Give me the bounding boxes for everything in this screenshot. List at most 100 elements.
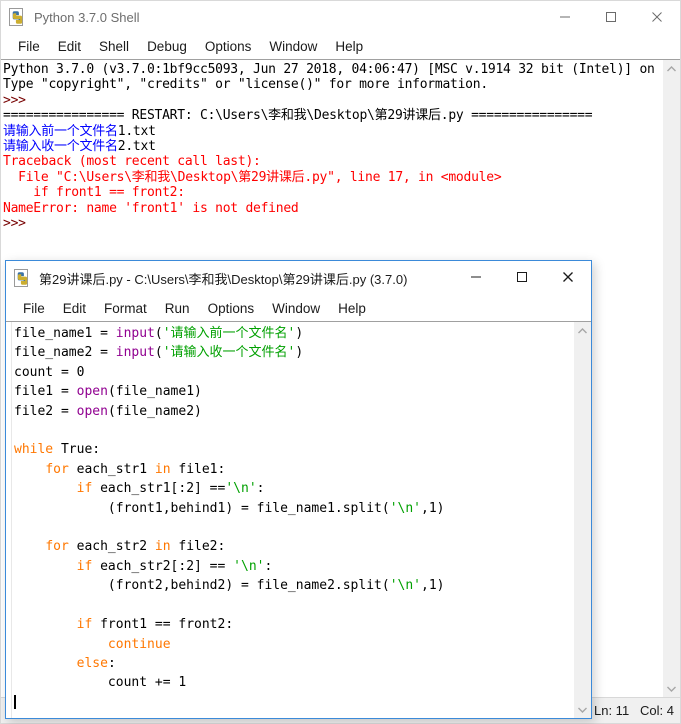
code-span: (file_name1): [107, 384, 202, 400]
code-span: file1:: [170, 461, 226, 477]
editor-menubar: File Edit Format Run Options Window Help: [6, 295, 591, 321]
code-span: file_name2 =: [14, 345, 116, 361]
editor-menu-help[interactable]: Help: [329, 299, 375, 318]
code-span: ): [295, 326, 304, 341]
code-span: 2.txt: [117, 139, 156, 155]
shell-menu-file[interactable]: File: [9, 37, 49, 56]
code-span: [14, 637, 108, 652]
code-span: file_name1 =: [14, 326, 116, 341]
shell-vertical-scrollbar[interactable]: [662, 60, 680, 697]
close-icon[interactable]: [545, 261, 591, 293]
code-span: Python 3.7.0 (v3.7.0:1bf9cc5093, Jun 27 …: [3, 62, 662, 77]
code-span: for: [45, 539, 69, 555]
code-span: '\n': [233, 558, 265, 574]
code-span: each_str2: [68, 539, 155, 555]
shell-title-text: Python 3.7.0 Shell: [34, 9, 140, 25]
python-idle-icon: [9, 8, 27, 26]
chevron-up-icon[interactable]: [574, 322, 591, 339]
code-span: ,1): [421, 578, 445, 594]
code-span: ================ RESTART: C:\Users\李和我\D…: [3, 108, 593, 124]
code-span: NameError: name 'front1' is not defined: [3, 200, 299, 216]
code-span: count = 0: [14, 364, 85, 380]
minimize-icon[interactable]: [542, 1, 588, 33]
shell-menu-options[interactable]: Options: [196, 37, 261, 56]
editor-title-text: 第29讲课后.py - C:\Users\李和我\Desktop\第29讲课后.…: [39, 271, 408, 287]
shell-menu-debug[interactable]: Debug: [138, 37, 196, 56]
code-span: if: [76, 558, 93, 574]
code-span: if: [76, 481, 93, 497]
editor-menu-run[interactable]: Run: [156, 299, 199, 318]
chevron-up-icon[interactable]: [663, 60, 680, 77]
code-span: [14, 539, 45, 554]
code-span: Type "copyright", "credits" or "license(…: [3, 77, 488, 93]
code-span: [14, 617, 77, 632]
code-span: File "C:\Users\李和我\Desktop\第29讲课后.py", l…: [3, 169, 502, 185]
code-span: '\n': [389, 500, 421, 516]
code-span: each_str1: [68, 461, 155, 477]
editor-titlebar[interactable]: 第29讲课后.py - C:\Users\李和我\Desktop\第29讲课后.…: [6, 261, 591, 295]
code-span: count += 1: [14, 675, 187, 691]
maximize-icon[interactable]: [499, 261, 545, 293]
editor-menu-file[interactable]: File: [14, 299, 54, 318]
code-span: ): [295, 345, 304, 361]
minimize-icon[interactable]: [453, 261, 499, 293]
code-span: :: [107, 655, 116, 671]
code-span: if: [76, 617, 93, 633]
editor-window-controls: [453, 261, 591, 293]
shell-menu-edit[interactable]: Edit: [49, 37, 90, 56]
shell-titlebar[interactable]: Python 3.7.0 Shell: [1, 1, 680, 33]
code-span: front1 == front2:: [92, 617, 234, 633]
code-span: (front2,behind2) = file_name2.split(: [14, 578, 390, 594]
editor-menu-options[interactable]: Options: [199, 299, 264, 318]
code-span: '请输入前一个文件名': [162, 326, 296, 341]
editor-menu-format[interactable]: Format: [95, 299, 156, 318]
chevron-down-icon[interactable]: [574, 701, 591, 718]
code-span: for: [45, 461, 69, 477]
maximize-icon[interactable]: [588, 1, 634, 33]
code-span: 1.txt: [117, 123, 156, 139]
code-span: >>>: [3, 92, 34, 108]
status-separator: [629, 703, 640, 718]
code-span: '\n': [389, 578, 421, 594]
code-span: open: [76, 384, 108, 400]
code-span: input: [115, 326, 155, 341]
editor-code-area[interactable]: file_name1 = input('请输入前一个文件名') file_nam…: [12, 322, 573, 718]
code-span: '\n': [225, 481, 257, 497]
python-idle-icon: [14, 269, 32, 287]
code-span: in: [154, 539, 171, 555]
code-span: [14, 656, 77, 671]
editor-text-region: file_name1 = input('请输入前一个文件名') file_nam…: [6, 321, 591, 718]
desktop-root: Python 3.7.0 Shell File Edit Shell Debug…: [0, 0, 681, 724]
shell-window-controls: [542, 1, 680, 33]
close-icon[interactable]: [634, 1, 680, 33]
code-span: [14, 481, 77, 496]
code-span: while: [14, 442, 54, 458]
shell-menu-window[interactable]: Window: [260, 37, 326, 56]
shell-menu-help[interactable]: Help: [326, 37, 372, 56]
code-span: in: [154, 461, 171, 477]
code-span: :: [256, 481, 265, 497]
editor-vertical-scrollbar[interactable]: [573, 322, 591, 718]
code-span: ,1): [421, 500, 445, 516]
code-span: open: [76, 403, 108, 419]
code-span: each_str1[:2] ==: [92, 481, 226, 497]
code-span: 请输入前一个文件名: [3, 123, 118, 139]
code-span: Traceback (most recent call last):: [3, 154, 261, 170]
editor-menu-edit[interactable]: Edit: [54, 299, 95, 318]
code-span: else: [76, 655, 108, 671]
code-span: [14, 559, 77, 574]
code-span: continue: [107, 636, 171, 652]
shell-menubar: File Edit Shell Debug Options Window Hel…: [1, 33, 680, 59]
code-span: 请输入收一个文件名: [3, 139, 118, 155]
code-span: :: [264, 558, 273, 574]
code-span: input: [115, 345, 155, 361]
code-span: each_str2[:2] ==: [92, 558, 234, 574]
chevron-down-icon[interactable]: [663, 680, 680, 697]
editor-menu-window[interactable]: Window: [263, 299, 329, 318]
code-span: True:: [53, 442, 101, 458]
code-span: [14, 462, 45, 477]
shell-menu-shell[interactable]: Shell: [90, 37, 138, 56]
code-span: (: [154, 345, 163, 361]
editor-code-text: file_name1 = input('请输入前一个文件名') file_nam…: [14, 324, 573, 718]
code-span: '请输入收一个文件名': [162, 345, 296, 361]
